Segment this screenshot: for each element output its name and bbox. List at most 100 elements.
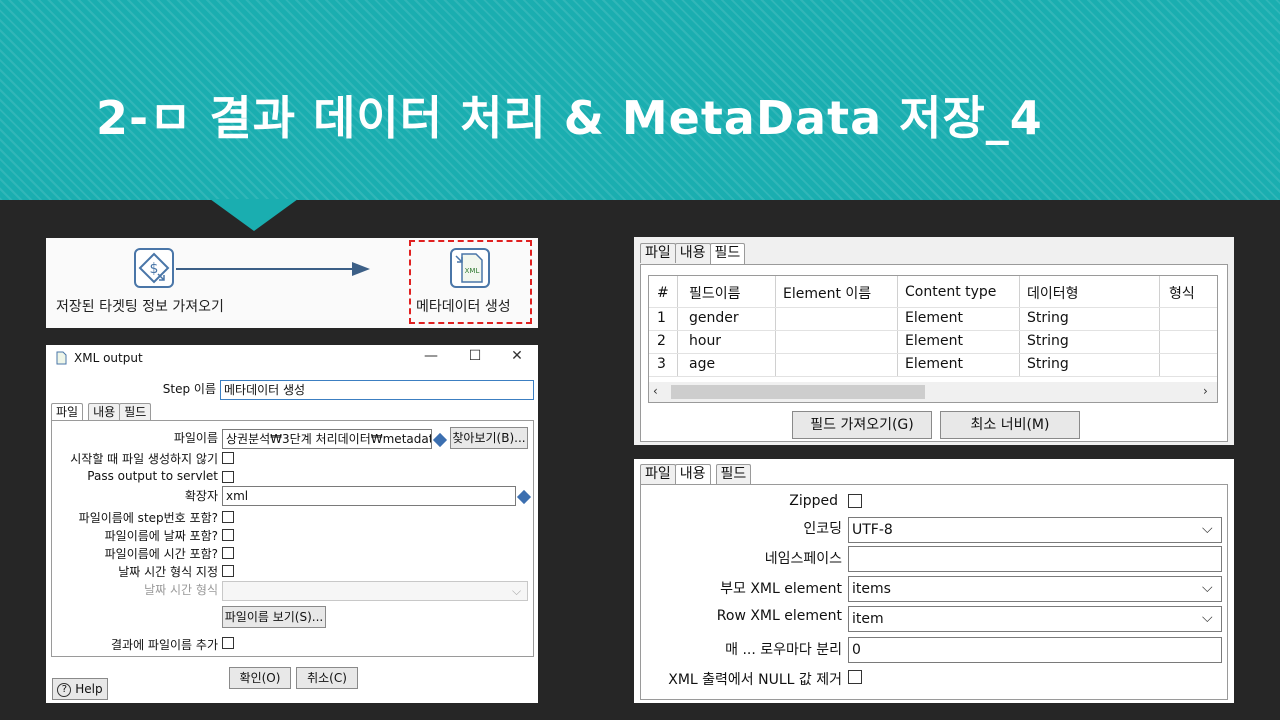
scroll-right-icon[interactable]: › xyxy=(1203,384,1208,398)
cancel-button[interactable]: 취소(C) xyxy=(296,667,358,689)
row-number: 1 xyxy=(657,310,666,326)
zipped-label: Zipped xyxy=(789,493,838,509)
dialog-titlebar: XML output — ☐ ✕ xyxy=(46,345,538,371)
add-result-checkbox[interactable] xyxy=(222,637,234,649)
specify-format-checkbox[interactable] xyxy=(222,565,234,577)
pass-output-label: Pass output to servlet xyxy=(87,469,218,483)
dollar-diamond-icon: $ xyxy=(138,252,170,284)
specify-format-label: 날짜 시간 형식 지정 xyxy=(118,565,218,579)
extension-input[interactable]: xml xyxy=(222,486,516,506)
parent-element-select[interactable]: items xyxy=(848,576,1222,602)
field-name-cell[interactable]: hour xyxy=(689,333,721,349)
browse-button[interactable]: 찾아보기(B)... xyxy=(450,427,528,449)
tab-fields[interactable]: 필드 xyxy=(709,243,746,264)
scrollbar-thumb[interactable] xyxy=(671,385,925,399)
data-type-cell[interactable]: String xyxy=(1027,356,1069,372)
help-button[interactable]: ? Help xyxy=(52,678,108,700)
column-header[interactable]: 형식 xyxy=(1169,283,1195,303)
create-on-start-label: 시작할 때 파일 생성하지 않기 xyxy=(70,452,218,466)
column-separator xyxy=(677,276,678,376)
dialog-tabs: 파일 내용 필드 xyxy=(51,403,152,421)
column-separator xyxy=(897,276,898,376)
tab-file[interactable]: 파일 xyxy=(51,403,84,421)
include-step-label: 파일이름에 step번호 포함? xyxy=(78,511,218,525)
min-width-button[interactable]: 최소 너비(M) xyxy=(940,411,1080,439)
include-date-checkbox[interactable] xyxy=(222,529,234,541)
scroll-left-icon[interactable]: ‹ xyxy=(653,384,658,398)
chevron-down-icon: ⌵ xyxy=(1202,580,1213,596)
include-time-label: 파일이름에 시간 포함? xyxy=(104,547,218,561)
table-input-step[interactable]: $ xyxy=(134,248,174,288)
column-header[interactable]: Element 이름 xyxy=(783,283,871,303)
step-name-input[interactable]: 메타데이터 생성 xyxy=(220,380,534,400)
row-separator xyxy=(649,307,1217,308)
dialog-title: XML output xyxy=(74,351,143,365)
tab-file[interactable]: 파일 xyxy=(640,464,676,484)
namespace-label: 네임스페이스 xyxy=(764,551,842,567)
field-name-cell[interactable]: age xyxy=(689,356,715,372)
zipped-checkbox[interactable] xyxy=(848,494,862,508)
show-filename-button[interactable]: 파일이름 보기(S)... xyxy=(222,606,326,628)
tab-file[interactable]: 파일 xyxy=(640,243,676,263)
split-every-input[interactable]: 0 xyxy=(848,637,1222,663)
content-panel-tabs: 파일 내용 필드 xyxy=(640,464,752,485)
close-button[interactable]: ✕ xyxy=(502,348,532,368)
header-pointer xyxy=(210,199,298,231)
hop-line[interactable] xyxy=(176,268,356,270)
column-header[interactable]: 데이터형 xyxy=(1027,283,1079,303)
chevron-down-icon: ⌵ xyxy=(1202,521,1213,537)
help-label: Help xyxy=(75,682,103,696)
tab-fields[interactable]: 필드 xyxy=(715,464,752,484)
column-header[interactable]: 필드이름 xyxy=(689,283,741,303)
include-time-checkbox[interactable] xyxy=(222,547,234,559)
date-format-select xyxy=(222,581,528,601)
data-type-cell[interactable]: String xyxy=(1027,333,1069,349)
minimize-button[interactable]: — xyxy=(416,348,446,368)
omit-null-checkbox[interactable] xyxy=(848,670,862,684)
row-number: 3 xyxy=(657,356,666,372)
content-type-cell[interactable]: Element xyxy=(905,333,963,349)
data-type-cell[interactable]: String xyxy=(1027,310,1069,326)
get-fields-button[interactable]: 필드 가져오기(G) xyxy=(792,411,932,439)
date-format-label: 날짜 시간 형식 xyxy=(144,583,218,597)
namespace-input[interactable] xyxy=(848,546,1222,572)
encoding-label: 인코딩 xyxy=(803,521,842,537)
column-separator xyxy=(775,276,776,376)
include-date-label: 파일이름에 날짜 포함? xyxy=(104,529,218,543)
column-separator xyxy=(1159,276,1160,376)
tab-fields[interactable]: 필드 xyxy=(119,403,152,420)
split-every-label: 매 ... 로우마다 분리 xyxy=(725,642,842,658)
filename-input[interactable]: 상권분석₩3단계 처리데이터₩metadata xyxy=(222,429,432,449)
xml-app-icon xyxy=(56,351,67,365)
content-tab-panel: 파일 내용 필드 Zipped 인코딩 UTF-8 ⌵ 네임스페이스 부모 XM… xyxy=(634,459,1234,703)
slide-title: 2-ㅁ 결과 데이터 처리 & MetaData 저장_4 xyxy=(96,91,1043,145)
field-name-cell[interactable]: gender xyxy=(689,310,739,326)
include-step-checkbox[interactable] xyxy=(222,511,234,523)
xml-output-step[interactable]: XML xyxy=(450,248,490,288)
horizontal-scrollbar[interactable]: ‹ › xyxy=(649,382,1217,402)
chevron-down-icon: ⌵ xyxy=(1202,610,1213,626)
add-result-label: 결과에 파일이름 추가 xyxy=(111,638,218,652)
column-header[interactable]: # xyxy=(657,285,669,301)
pass-output-checkbox[interactable] xyxy=(222,471,234,483)
maximize-button[interactable]: ☐ xyxy=(460,348,490,368)
tab-content[interactable]: 내용 xyxy=(88,403,121,420)
chevron-down-icon: ⌵ xyxy=(512,584,522,598)
hop-arrow-icon xyxy=(352,262,370,276)
row-element-select[interactable]: item xyxy=(848,606,1222,632)
row-element-label: Row XML element xyxy=(716,608,842,624)
tab-content[interactable]: 내용 xyxy=(674,464,711,485)
fields-tab-panel: 파일 내용 필드 # 필드이름 Element 이름 Content type … xyxy=(634,237,1234,445)
tab-content[interactable]: 내용 xyxy=(674,243,711,263)
content-type-cell[interactable]: Element xyxy=(905,356,963,372)
row-number: 2 xyxy=(657,333,666,349)
extension-label: 확장자 xyxy=(184,489,218,503)
content-type-cell[interactable]: Element xyxy=(905,310,963,326)
step2-label: 메타데이터 생성 xyxy=(416,299,511,315)
ok-button[interactable]: 확인(O) xyxy=(229,667,291,689)
parent-element-label: 부모 XML element xyxy=(720,581,842,597)
column-header[interactable]: Content type xyxy=(905,284,996,300)
create-on-start-checkbox[interactable] xyxy=(222,452,234,464)
encoding-select[interactable]: UTF-8 xyxy=(848,517,1222,543)
filename-label: 파일이름 xyxy=(173,431,218,445)
